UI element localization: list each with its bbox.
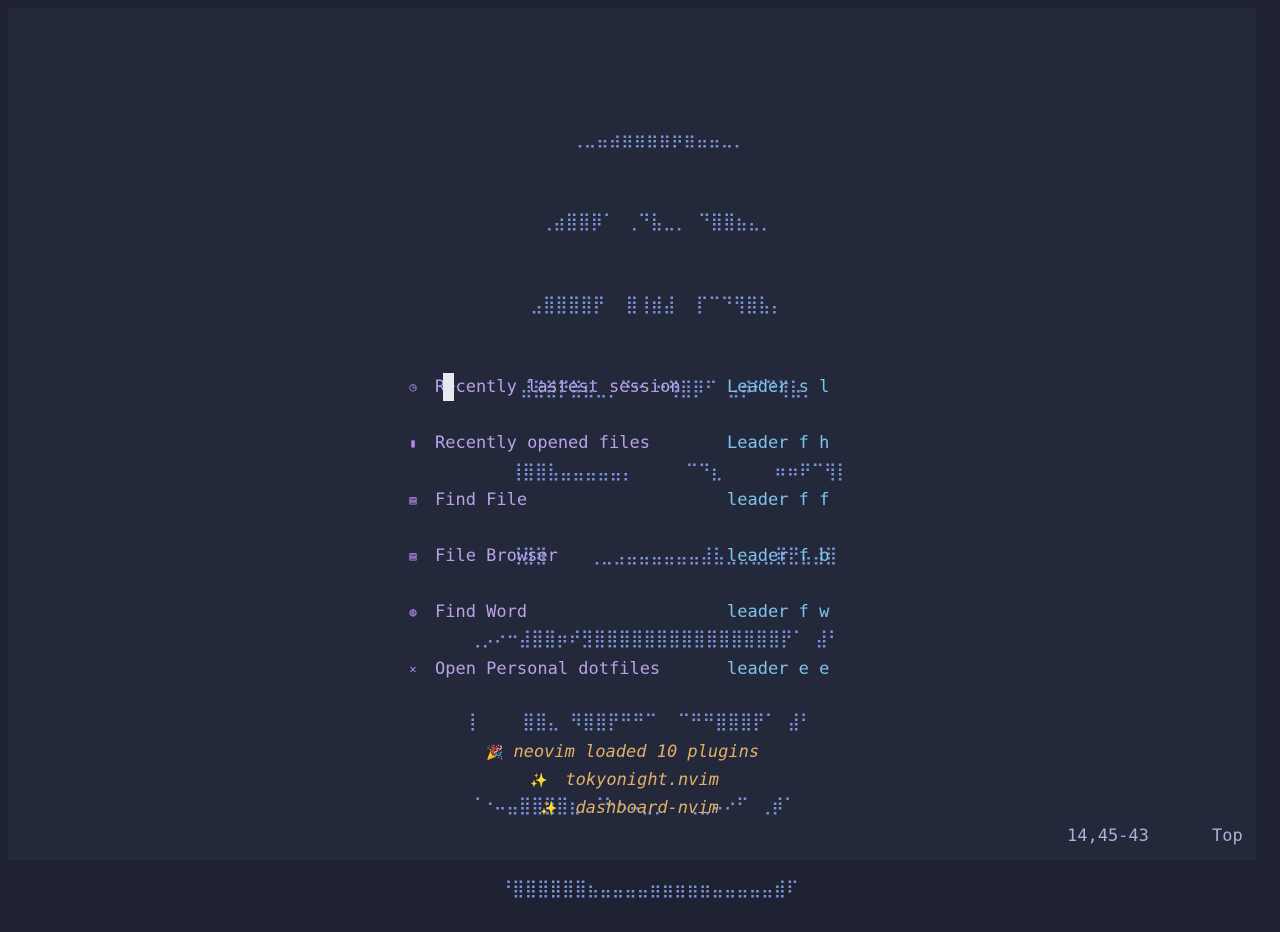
clock-icon: ◷ xyxy=(409,380,417,394)
art-line: ⣠⣿⣿⣿⣿⡟ ⣿⢸⣾⣼ ⡏⠉⠙⢻⣿⣧⡄ xyxy=(469,295,784,316)
art-line: ⢀⣀⣤⣴⣶⣶⣶⣶⡶⣶⣤⣤⣀⡀ xyxy=(469,128,746,149)
menu-item-find-file[interactable]: ▤ Find File leader f f xyxy=(405,485,845,515)
word-icon: ◍ xyxy=(409,605,417,619)
footer-plugin: ✨ dashboard-nvim xyxy=(540,798,719,818)
menu-item-shortcut: leader f b xyxy=(727,546,830,566)
party-icon: 🎉 xyxy=(486,745,504,761)
cursor-position: 14,45-43 xyxy=(1067,826,1149,846)
art-line: ⡇ ⣿⣿⣄ ⠻⣿⣿⡟⠛⠛⠉ ⠉⠛⠛⣿⣿⣿⡟⠁ ⣼⠃ xyxy=(469,712,813,733)
menu-item-shortcut: leader f f xyxy=(727,490,830,510)
art-line: ⢀⣴⣿⣿⡿⠁ ⢀⠙⣧⣀⡀ ⠙⣿⣿⣦⣄⡀ xyxy=(469,211,773,232)
menu-item-shortcut: Leader f h xyxy=(727,433,830,453)
menu-item-find-word[interactable]: ◍ Find Word leader f w xyxy=(405,597,845,627)
menu-item-file-browser[interactable]: ▤ File Browser leader f b xyxy=(405,541,845,571)
menu-item-dotfiles[interactable]: ✕ Open Personal dotfiles leader e e xyxy=(405,654,845,684)
text-cursor xyxy=(443,373,454,401)
footer-loaded: 🎉 neovim loaded 10 plugins xyxy=(486,742,759,762)
menu-item-shortcut: Leader s l xyxy=(727,377,830,397)
tools-icon: ✕ xyxy=(409,662,417,676)
files-icon: ▮ xyxy=(409,436,417,450)
file-browser-icon: ▤ xyxy=(409,549,417,563)
footer-loaded-text: neovim loaded 10 plugins xyxy=(513,742,760,762)
art-line: ⢀⡠⠔⠒⣼⣿⣿⡶⠞⣻⣿⣿⣿⣿⣿⣿⣿⣿⣿⣿⣿⣿⣿⣿⣿⡟⠁ ⣼⠃ xyxy=(469,628,841,649)
art-line: ⠘⣿⣿⣿⣿⣿⣿⣦⣤⣤⣤⣤⣶⣶⣶⣶⣶⣤⣤⣤⣤⣤⣾⠏ xyxy=(469,879,799,900)
menu-item-label: Find Word xyxy=(435,602,528,622)
menu-item-label: File Browser xyxy=(435,546,558,566)
menu-item-label: Open Personal dotfiles xyxy=(435,659,661,679)
file-icon: ▤ xyxy=(409,493,417,507)
footer-plugin-text: dashboard-nvim xyxy=(575,798,719,818)
menu-item-label: Recently opened files xyxy=(435,433,650,453)
scroll-position: Top xyxy=(1212,826,1243,846)
menu-item-shortcut: leader f w xyxy=(727,602,830,622)
sparkles-icon: ✨ xyxy=(530,773,548,789)
menu-item-label: Find File xyxy=(435,490,528,510)
menu-item-label: Recently lastest session xyxy=(435,377,681,397)
menu-item-recent-files[interactable]: ▮ Recently opened files Leader f h xyxy=(405,428,845,458)
footer-plugin: ✨ tokyonight.nvim xyxy=(530,770,719,790)
menu-item-recent-session[interactable]: ◷ Recently lastest session Leader s l xyxy=(405,372,845,402)
menu-item-shortcut: leader e e xyxy=(727,659,830,679)
art-line: ⢸⣿⣿⣧⣤⣤⣤⣤⣤⡄ ⠉⠙⣆ ⠶⠶⠟⠉⢻⡇ xyxy=(469,462,849,483)
footer-plugin-text: tokyonight.nvim xyxy=(565,770,719,790)
sparkles-icon: ✨ xyxy=(540,801,558,817)
